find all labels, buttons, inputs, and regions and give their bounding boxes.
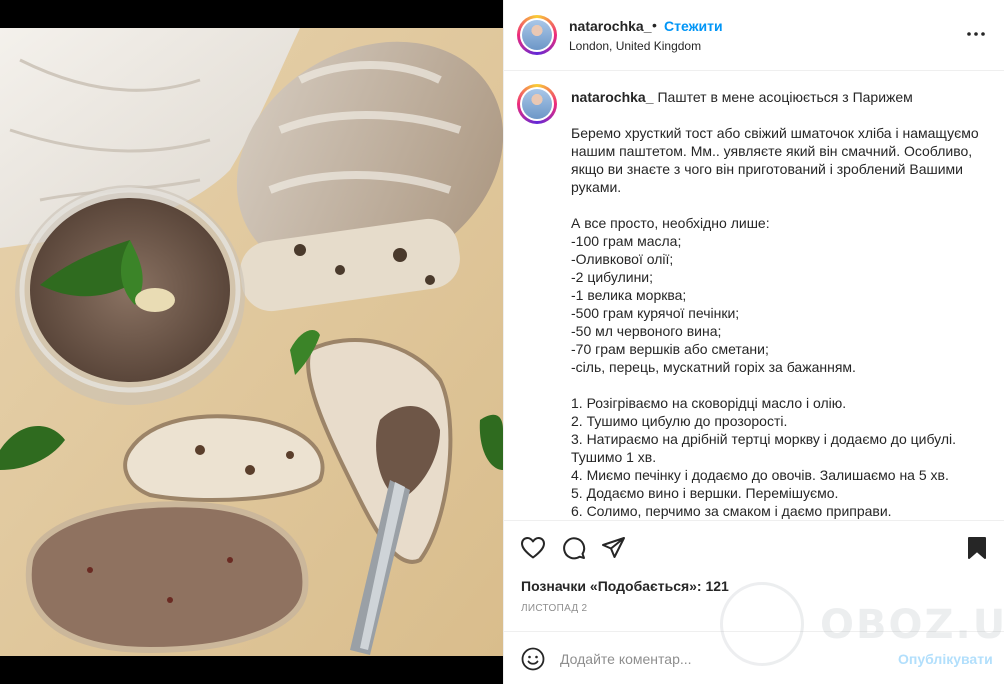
- caption-username[interactable]: natarochka_: [571, 89, 653, 105]
- post-date[interactable]: ЛИСТОПАД 2: [521, 603, 587, 614]
- caption-title: Паштет в мене асоціюється з Парижем: [657, 89, 913, 105]
- location-link[interactable]: London, United Kingdom: [569, 39, 701, 53]
- caption-scroll-area[interactable]: natarochka_ Паштет в мене асоціюється з П…: [504, 71, 1004, 520]
- likes-count[interactable]: Позначки «Подобається»: 121: [521, 578, 729, 594]
- pate-bread-photo: [0, 0, 503, 684]
- username-link[interactable]: natarochka_: [569, 18, 651, 34]
- more-options-icon[interactable]: [964, 24, 988, 44]
- comment-input[interactable]: [560, 648, 880, 670]
- heart-icon[interactable]: [520, 536, 546, 565]
- post-photo[interactable]: [0, 0, 503, 684]
- follow-button[interactable]: Стежити: [664, 18, 723, 34]
- emoji-icon[interactable]: [521, 647, 545, 671]
- caption-text: natarochka_ Паштет в мене асоціюється з П…: [571, 88, 991, 520]
- caption-avatar[interactable]: [517, 84, 557, 124]
- caption-body: Беремо хрусткий тост або свіжий шматочок…: [571, 125, 979, 519]
- separator-dot: •: [652, 17, 657, 33]
- bookmark-icon[interactable]: [966, 536, 988, 565]
- comment-form: Опублікувати: [504, 631, 1004, 684]
- post-details-panel: natarochka_ • Стежити London, United Kin…: [503, 0, 1004, 684]
- user-avatar[interactable]: [517, 15, 557, 55]
- share-icon[interactable]: [601, 536, 627, 565]
- comment-icon[interactable]: [561, 536, 587, 565]
- post-actions: Позначки «Подобається»: 121 ЛИСТОПАД 2: [504, 520, 1004, 630]
- publish-button[interactable]: Опублікувати: [898, 651, 993, 667]
- post-header: natarochka_ • Стежити London, United Kin…: [504, 0, 1004, 71]
